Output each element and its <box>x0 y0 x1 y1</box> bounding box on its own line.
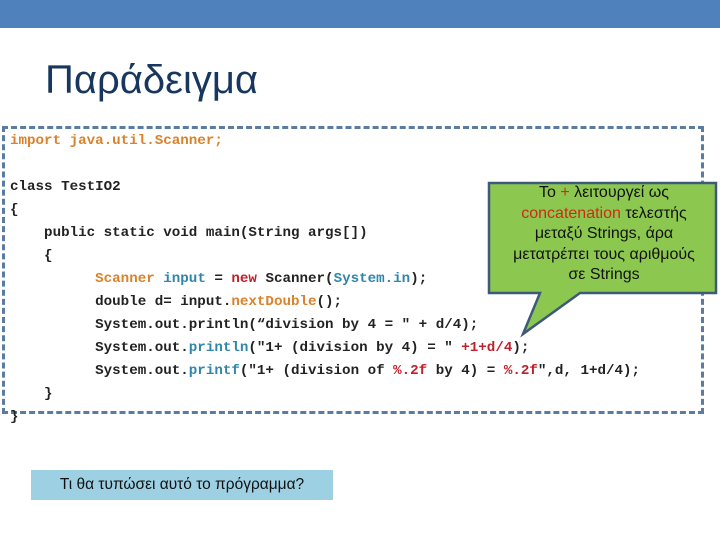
slide-title: Παράδειγμα <box>45 58 259 102</box>
code-token: by 4) = <box>427 363 504 379</box>
code-token: System.out.println(“division by 4 = " + … <box>10 317 479 333</box>
code-line: import java.util.Scanner; <box>10 130 640 153</box>
code-token: = <box>205 271 232 287</box>
code-token: ",d, 1+d/4); <box>537 363 641 379</box>
callout-text-part: τελεστής <box>620 204 687 222</box>
callout-text-part: λειτουργεί ως <box>569 184 669 201</box>
code-token: nextDouble <box>231 294 317 310</box>
code-token: ); <box>410 271 428 287</box>
concatenation-highlight: concatenation <box>521 204 621 222</box>
code-token: %.2f <box>393 363 428 379</box>
code-token: } <box>10 409 19 425</box>
code-token: new <box>231 271 257 287</box>
code-token: System.in <box>333 271 411 287</box>
question-box: Τι θα τυπώσει αυτό το πρόγραμμα? <box>31 470 333 500</box>
code-token: class TestIO2 <box>10 179 121 195</box>
code-token: ); <box>512 340 530 356</box>
callout-line-3: μεταξύ Strings, άρα <box>534 225 674 242</box>
code-token: System.out. <box>10 340 189 356</box>
code-token: %.2f <box>503 363 538 379</box>
code-token: +1+d/4 <box>461 340 513 356</box>
code-line: } <box>10 406 640 429</box>
code-line: double d= input.nextDouble(); <box>10 291 640 314</box>
code-token: ("1+ (division by 4) = " <box>248 340 462 356</box>
plus-operator-highlight: + <box>560 184 570 201</box>
code-token: } <box>10 386 53 402</box>
code-token: System.out. <box>10 363 189 379</box>
code-token: { <box>10 248 53 264</box>
callout-text-part: Το <box>538 184 561 201</box>
code-token: public static void main(String args[]) <box>10 225 368 241</box>
code-token: printf <box>188 363 240 379</box>
code-token: { <box>10 202 19 218</box>
code-token: double d= input. <box>10 294 232 310</box>
code-token: (); <box>316 294 343 310</box>
code-line: System.out.println(“division by 4 = " + … <box>10 314 640 337</box>
code-line: System.out.println("1+ (division by 4) =… <box>10 337 640 360</box>
code-token: import java.util.Scanner; <box>10 133 223 149</box>
code-line: System.out.printf("1+ (division of %.2f … <box>10 360 640 383</box>
callout-line-4: μετατρέπει τους αριθμούς <box>513 245 695 263</box>
code-token: ("1+ (division of <box>239 363 394 379</box>
code-token: Scanner <box>95 271 155 287</box>
code-token: println <box>188 340 249 356</box>
callout-line-1: Το + λειτουργεί ως <box>492 183 716 204</box>
top-banner <box>0 0 720 28</box>
callout-text: Το + λειτουργεί ως concatenation τελεστή… <box>492 183 716 286</box>
code-line: } <box>10 383 640 406</box>
code-token: Scanner( <box>256 271 334 287</box>
callout-line-5: σε Strings <box>568 266 640 283</box>
callout-line-2: concatenation τελεστής <box>492 204 716 225</box>
code-token: input <box>163 271 206 287</box>
